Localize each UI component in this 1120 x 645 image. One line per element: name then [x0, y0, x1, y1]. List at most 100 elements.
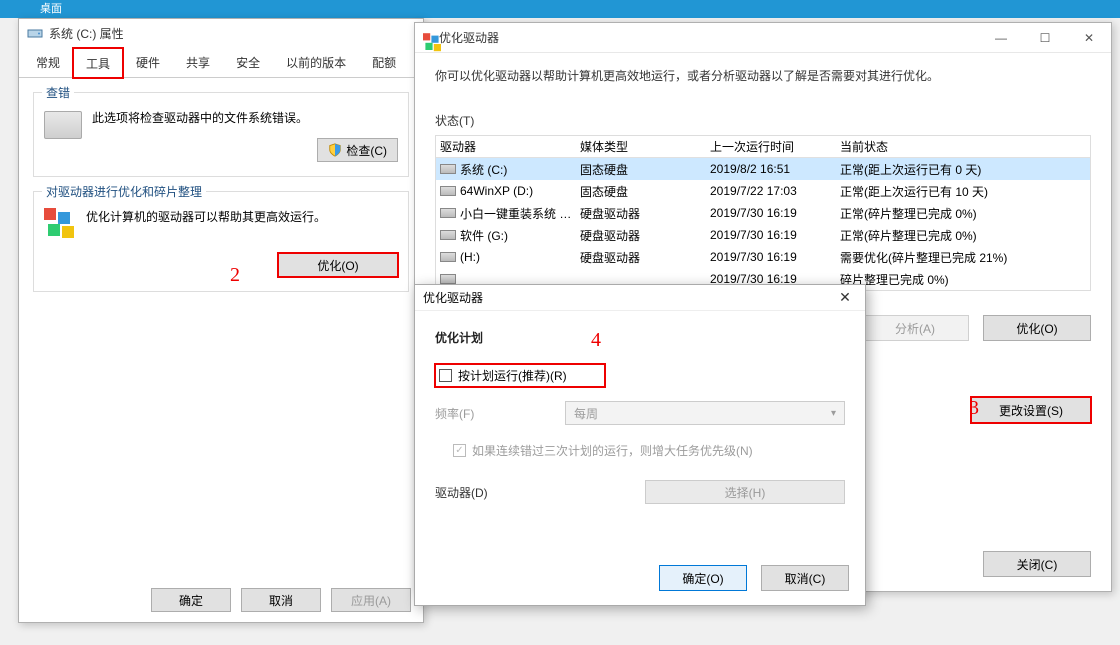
- cell-media: 硬盘驱动器: [580, 205, 710, 222]
- properties-title-text: 系统 (C:) 属性: [49, 25, 124, 42]
- cell-last: 2019/7/30 16:19: [710, 206, 840, 220]
- tab-tools[interactable]: 工具: [73, 48, 123, 78]
- error-checking-title: 查错: [42, 84, 74, 101]
- desktop-titlebar: 桌面: [0, 0, 1120, 18]
- drive-icon: [27, 25, 43, 41]
- frequency-value: 每周: [574, 405, 598, 422]
- col-status[interactable]: 当前状态: [840, 138, 1090, 155]
- error-checking-group: 查错 此选项将检查驱动器中的文件系统错误。 检查(C): [33, 92, 409, 177]
- defrag-icon: [44, 208, 76, 240]
- cell-drive: (H:): [460, 250, 480, 264]
- schedule-dialog: 优化驱动器 ✕ 优化计划 4 按计划运行(推荐)(R) 频率(F) 每周 ▾ 如…: [414, 284, 866, 606]
- choose-drives-button[interactable]: 选择(H): [645, 480, 845, 504]
- cancel-button[interactable]: 取消: [241, 588, 321, 612]
- properties-button-row: 确定 取消 应用(A): [151, 588, 411, 612]
- close-window-button[interactable]: 关闭(C): [983, 551, 1091, 577]
- cell-status: 正常(碎片整理已完成 0%): [840, 227, 1090, 244]
- schedule-titlebar[interactable]: 优化驱动器 ✕: [415, 285, 865, 311]
- tab-security[interactable]: 安全: [223, 47, 273, 77]
- cell-drive: 系统 (C:): [460, 161, 507, 178]
- drive-icon: [440, 230, 456, 240]
- close-button[interactable]: ✕: [1067, 23, 1111, 53]
- col-media[interactable]: 媒体类型: [580, 138, 710, 155]
- drive-icon: [440, 186, 456, 196]
- run-on-schedule-checkbox[interactable]: [439, 369, 452, 382]
- col-last[interactable]: 上一次运行时间: [710, 138, 840, 155]
- optimize-description: 你可以优化驱动器以帮助计算机更高效地运行，或者分析驱动器以了解是否需要对其进行优…: [435, 67, 1091, 84]
- shield-icon: [328, 143, 342, 157]
- schedule-heading: 优化计划: [435, 329, 845, 346]
- tab-hardware[interactable]: 硬件: [123, 47, 173, 77]
- check-button-label: 检查(C): [346, 142, 387, 159]
- properties-titlebar[interactable]: 系统 (C:) 属性: [19, 19, 423, 47]
- minimize-button[interactable]: —: [979, 23, 1023, 53]
- cell-media: 硬盘驱动器: [580, 249, 710, 266]
- table-row[interactable]: 软件 (G:) 硬盘驱动器2019/7/30 16:19正常(碎片整理已完成 0%…: [436, 224, 1090, 246]
- tab-quota[interactable]: 配额: [359, 47, 409, 77]
- cell-drive: 小白一键重装系统 …: [460, 205, 571, 222]
- maximize-button[interactable]: ☐: [1023, 23, 1067, 53]
- cell-status: 需要优化(碎片整理已完成 21%): [840, 249, 1090, 266]
- drive-icon: [440, 252, 456, 262]
- drive-icon: [440, 164, 456, 174]
- schedule-ok-button[interactable]: 确定(O): [659, 565, 747, 591]
- frequency-combo[interactable]: 每周 ▾: [565, 401, 845, 425]
- drive-icon: [440, 274, 456, 284]
- optimize-titlebar[interactable]: 优化驱动器 — ☐ ✕: [415, 23, 1111, 53]
- optimize-drives-button[interactable]: 优化(O): [983, 315, 1091, 341]
- table-row[interactable]: 64WinXP (D:) 固态硬盘2019/7/22 17:03正常(距上次运行已…: [436, 180, 1090, 202]
- tab-strip: 常规 工具 硬件 共享 安全 以前的版本 配额: [19, 47, 423, 78]
- annotation-2: 2: [230, 264, 240, 287]
- optimize-title: 对驱动器进行优化和碎片整理: [42, 183, 206, 200]
- chevron-down-icon: ▾: [831, 408, 836, 419]
- cell-status: 正常(碎片整理已完成 0%): [840, 205, 1090, 222]
- cell-status: 碎片整理已完成 0%): [840, 271, 1090, 288]
- drive-icon: [440, 208, 456, 218]
- tab-general[interactable]: 常规: [23, 47, 73, 77]
- increase-priority-checkbox: [453, 444, 466, 457]
- schedule-title-text: 优化驱动器: [423, 289, 483, 306]
- optimize-title-text: 优化驱动器: [439, 29, 499, 46]
- check-button[interactable]: 检查(C): [317, 138, 398, 162]
- annotation-3: 3: [969, 397, 979, 420]
- analyze-button[interactable]: 分析(A): [861, 315, 969, 341]
- schedule-cancel-button[interactable]: 取消(C): [761, 565, 849, 591]
- cell-drive: 64WinXP (D:): [460, 184, 533, 198]
- run-on-schedule-row[interactable]: 按计划运行(推荐)(R): [435, 364, 605, 387]
- cell-media: 固态硬盘: [580, 161, 710, 178]
- cell-drive: 软件 (G:): [460, 227, 508, 244]
- annotation-4: 4: [591, 329, 601, 352]
- table-header: 驱动器 媒体类型 上一次运行时间 当前状态: [436, 136, 1090, 158]
- apply-button[interactable]: 应用(A): [331, 588, 411, 612]
- optimize-desc: 优化计算机的驱动器可以帮助其更高效运行。: [86, 208, 398, 225]
- frequency-label: 频率(F): [435, 405, 565, 422]
- optimize-group: 对驱动器进行优化和碎片整理 优化计算机的驱动器可以帮助其更高效运行。 优化(O)…: [33, 191, 409, 292]
- cell-last: 2019/7/30 16:19: [710, 228, 840, 242]
- col-drive[interactable]: 驱动器: [440, 138, 580, 155]
- cell-media: 固态硬盘: [580, 183, 710, 200]
- table-row[interactable]: 小白一键重装系统 … 硬盘驱动器2019/7/30 16:19正常(碎片整理已完成…: [436, 202, 1090, 224]
- cell-status: 正常(距上次运行已有 0 天): [840, 161, 1090, 178]
- tab-sharing[interactable]: 共享: [173, 47, 223, 77]
- ok-button[interactable]: 确定: [151, 588, 231, 612]
- tab-previous[interactable]: 以前的版本: [273, 47, 359, 77]
- change-settings-button[interactable]: 更改设置(S): [971, 397, 1091, 423]
- cell-last: 2019/8/2 16:51: [710, 162, 840, 176]
- close-icon[interactable]: ✕: [833, 289, 857, 306]
- drives-label: 驱动器(D): [435, 484, 565, 501]
- status-label: 状态(T): [435, 112, 1091, 129]
- properties-dialog: 系统 (C:) 属性 常规 工具 硬件 共享 安全 以前的版本 配额 1 查错 …: [18, 18, 424, 623]
- cell-status: 正常(距上次运行已有 10 天): [840, 183, 1090, 200]
- increase-priority-label: 如果连续错过三次计划的运行，则增大任务优先级(N): [472, 442, 753, 459]
- defrag-icon: [423, 33, 433, 43]
- cell-media: 硬盘驱动器: [580, 227, 710, 244]
- optimize-button[interactable]: 优化(O): [278, 253, 398, 277]
- drive-table: 驱动器 媒体类型 上一次运行时间 当前状态 系统 (C:) 固态硬盘2019/8/…: [435, 135, 1091, 291]
- table-row[interactable]: 系统 (C:) 固态硬盘2019/8/2 16:51正常(距上次运行已有 0 天): [436, 158, 1090, 180]
- table-row[interactable]: (H:) 硬盘驱动器2019/7/30 16:19需要优化(碎片整理已完成 21%…: [436, 246, 1090, 268]
- drive-icon: [44, 111, 82, 139]
- error-checking-desc: 此选项将检查驱动器中的文件系统错误。: [92, 109, 398, 126]
- cell-last: 2019/7/30 16:19: [710, 250, 840, 264]
- run-on-schedule-label: 按计划运行(推荐)(R): [458, 367, 567, 384]
- cell-last: 2019/7/22 17:03: [710, 184, 840, 198]
